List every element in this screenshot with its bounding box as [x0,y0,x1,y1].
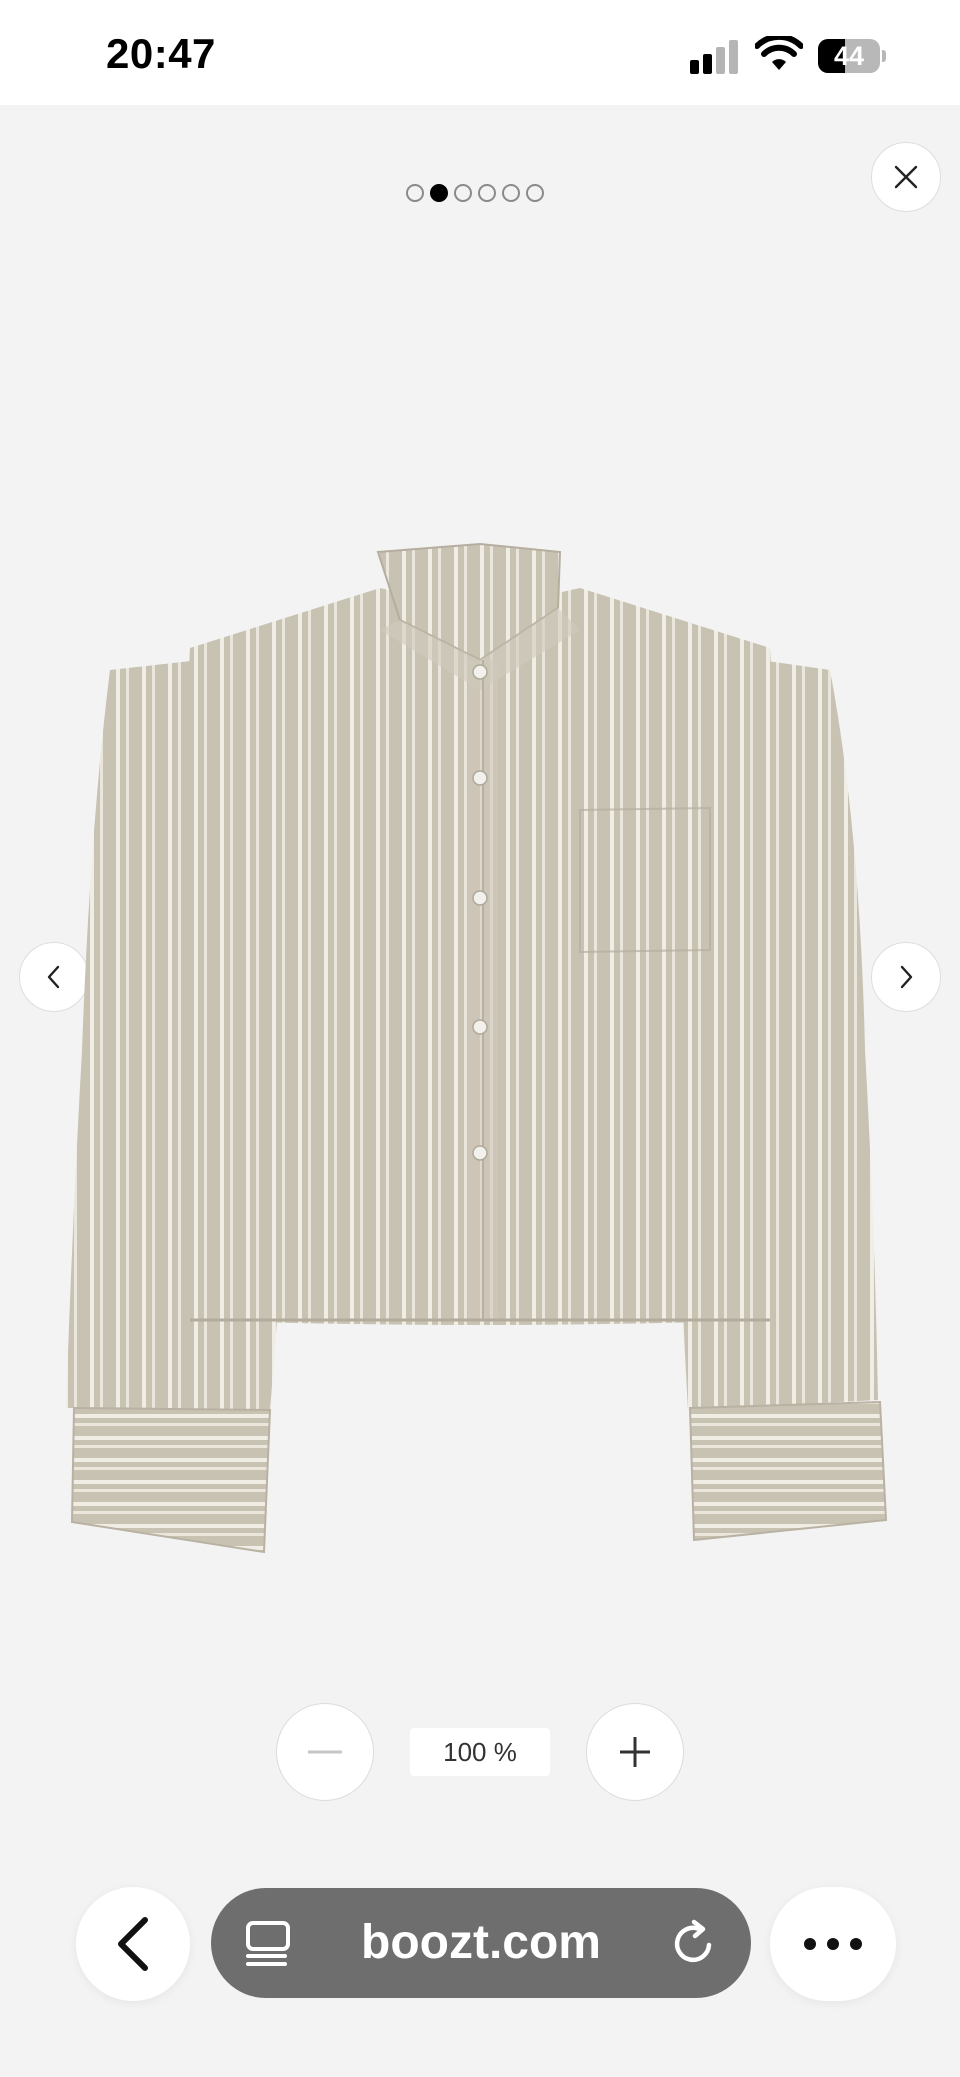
zoom-out-button[interactable] [276,1703,374,1801]
battery-indicator: 44 [818,39,886,73]
status-time: 20:47 [106,30,216,77]
reload-icon[interactable] [669,1918,719,1968]
close-icon [894,165,918,189]
more-dots-icon [804,1938,862,1950]
gallery-dot[interactable] [454,184,472,202]
gallery-dot[interactable] [502,184,520,202]
minus-icon [308,1750,342,1754]
gallery-dot-active[interactable] [430,184,448,202]
product-image-viewer: 20:47 44 100 % boozt.com [0,0,960,2077]
product-image[interactable] [60,530,900,1560]
chevron-left-icon [118,1917,148,1971]
gallery-dot[interactable] [526,184,544,202]
zoom-level: 100 % [410,1728,550,1776]
more-options-button[interactable] [770,1887,896,2001]
wifi-icon [755,36,803,70]
tab-overview-icon[interactable] [245,1918,295,1968]
gallery-pagination [406,184,544,206]
browser-back-button[interactable] [76,1887,190,2001]
address-bar[interactable]: boozt.com [211,1888,751,1998]
cellular-signal-icon [690,38,740,74]
status-bar: 20:47 44 [0,0,960,105]
battery-level: 44 [833,41,865,71]
gallery-dot[interactable] [406,184,424,202]
plus-icon [620,1737,650,1767]
gallery-dot[interactable] [478,184,496,202]
zoom-in-button[interactable] [586,1703,684,1801]
close-button[interactable] [871,142,941,212]
